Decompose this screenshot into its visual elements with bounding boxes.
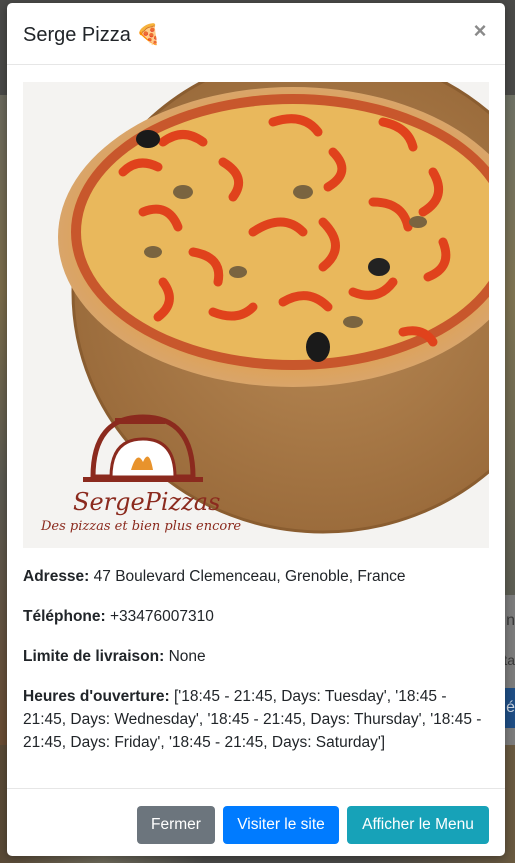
- pizza-photo: SergePizzas Des pizzas et bien plus enco…: [23, 82, 489, 548]
- logo-text: SergePizzas: [73, 488, 220, 516]
- phone-line: Téléphone: +33476007310: [23, 605, 493, 628]
- opening-hours-label: Heures d'ouverture:: [23, 688, 170, 705]
- background-card-button: é: [505, 688, 515, 728]
- background-card-title: n: [506, 612, 515, 629]
- delivery-limit-line: Limite de livraison: None: [23, 645, 493, 668]
- close-icon[interactable]: ×: [469, 19, 491, 43]
- phone-value: +33476007310: [109, 608, 214, 625]
- modal-footer: Fermer Visiter le site Afficher le Menu: [7, 788, 505, 856]
- modal-title: Serge Pizza 🍕: [23, 24, 162, 46]
- restaurant-modal: Serge Pizza 🍕 × SergePizzas Des pizzas e…: [7, 3, 505, 856]
- close-button[interactable]: Fermer: [137, 806, 215, 844]
- phone-label: Téléphone:: [23, 608, 106, 625]
- modal-header: Serge Pizza 🍕 ×: [7, 3, 505, 65]
- address-value: 47 Boulevard Clemenceau, Grenoble, Franc…: [93, 568, 406, 585]
- address-label: Adresse:: [23, 568, 90, 585]
- show-menu-button[interactable]: Afficher le Menu: [347, 806, 489, 844]
- logo-slogan: Des pizzas et bien plus encore: [40, 519, 241, 534]
- address-line: Adresse: 47 Boulevard Clemenceau, Grenob…: [23, 565, 493, 588]
- visit-site-button[interactable]: Visiter le site: [223, 806, 339, 844]
- background-card-text: ta: [503, 652, 515, 668]
- delivery-limit-label: Limite de livraison:: [23, 648, 165, 665]
- delivery-limit-value: None: [168, 648, 206, 665]
- opening-hours-line: Heures d'ouverture: ['18:45 - 21:45, Day…: [23, 685, 493, 754]
- restaurant-image: SergePizzas Des pizzas et bien plus enco…: [23, 82, 489, 548]
